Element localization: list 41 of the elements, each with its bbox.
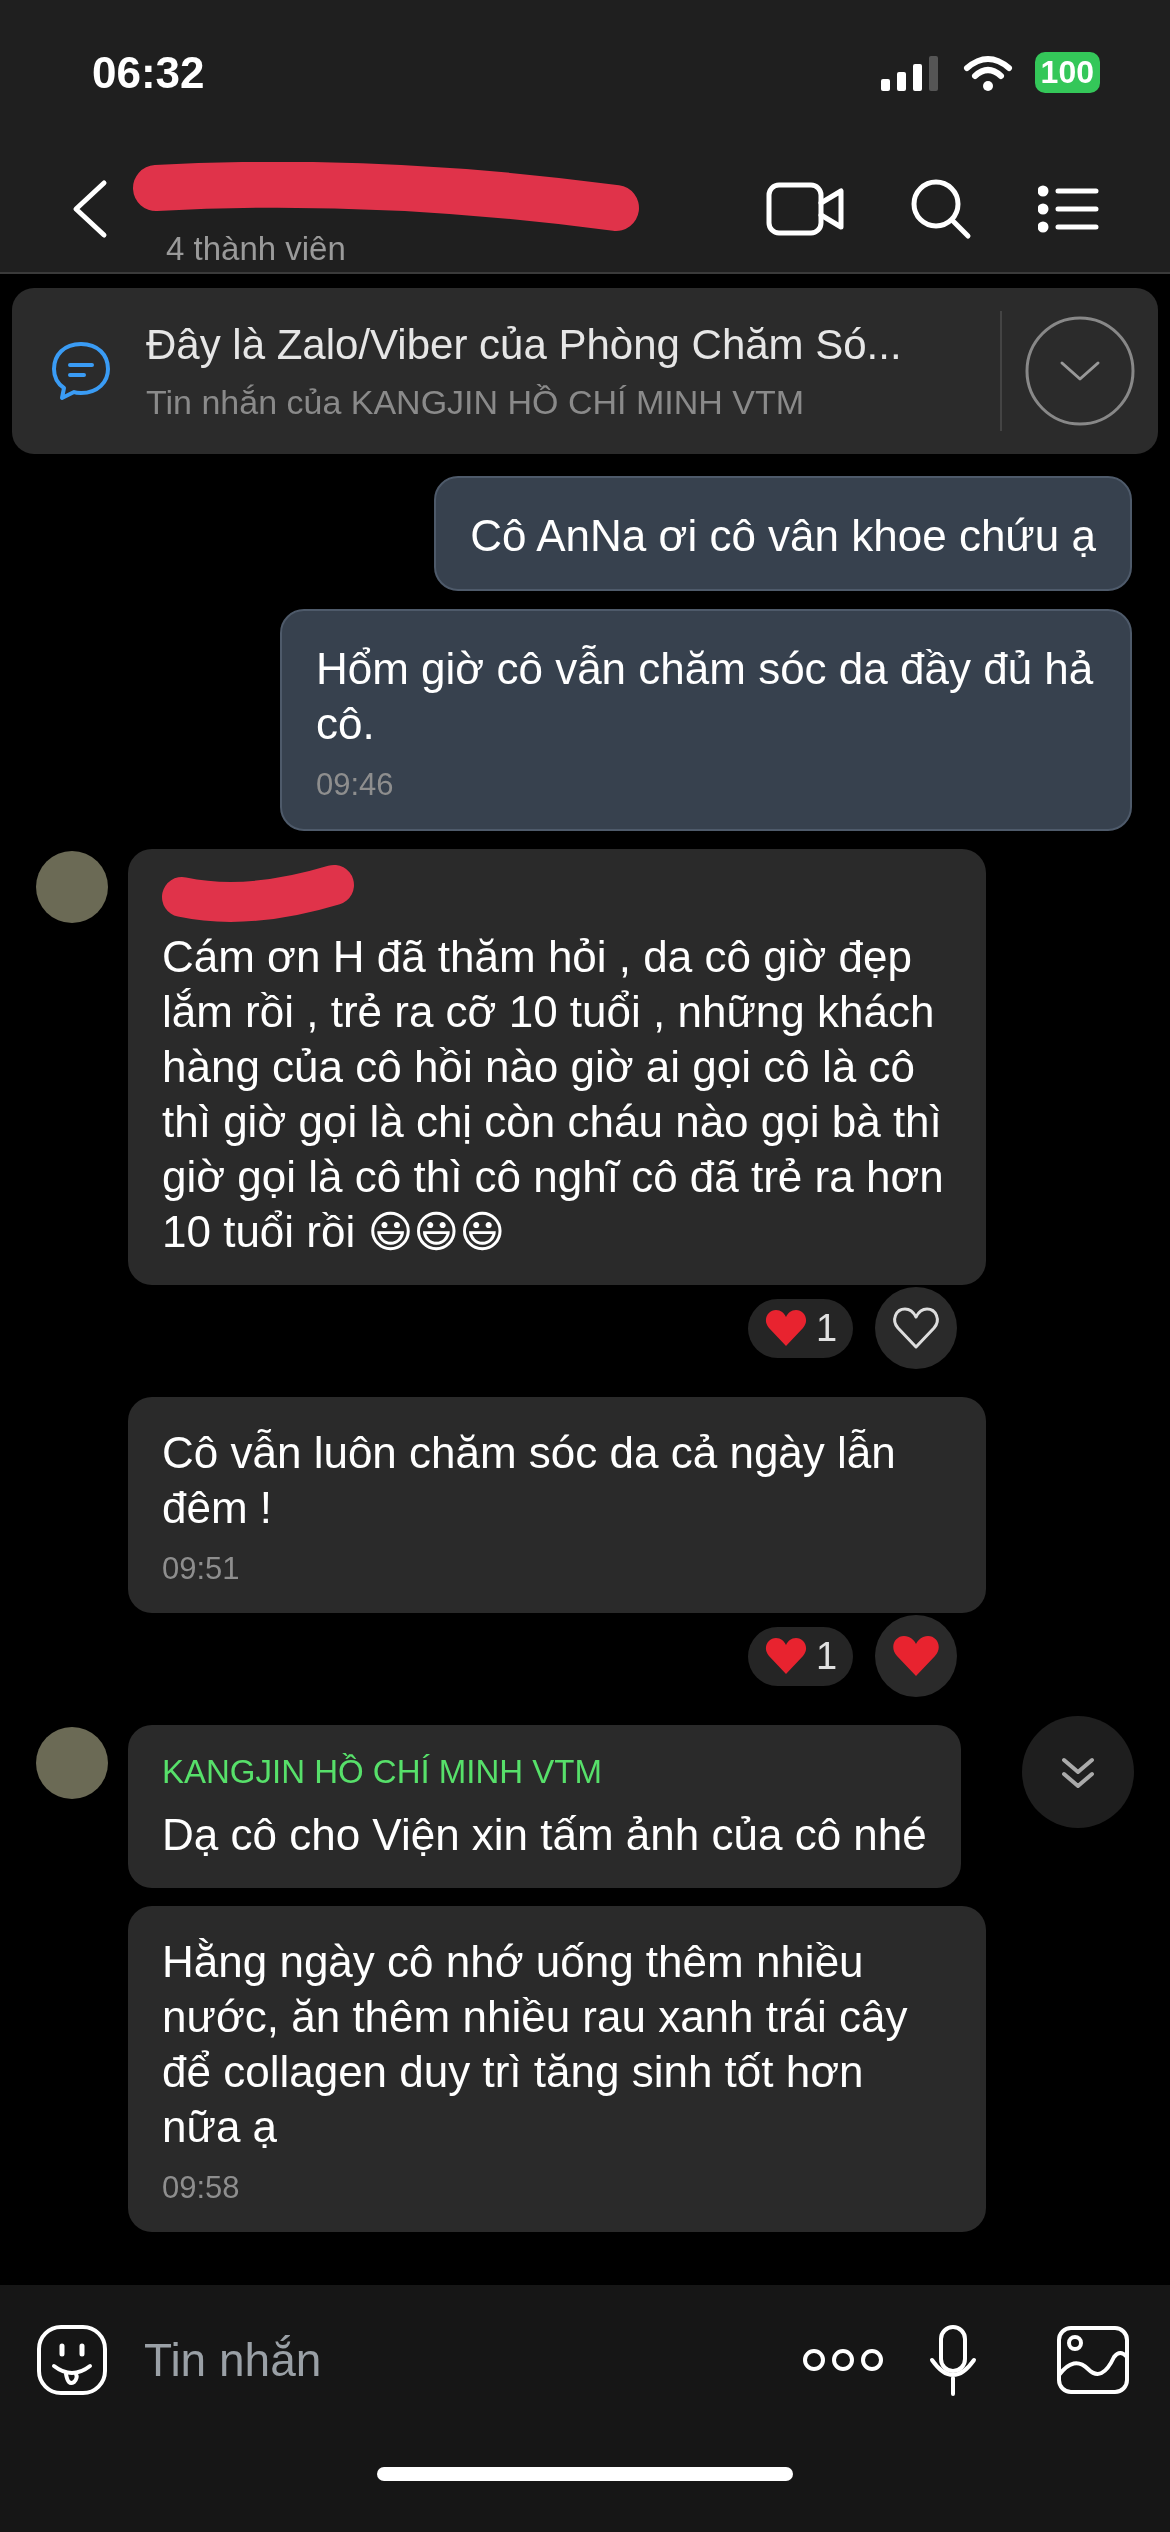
message-bubble[interactable]: Cô vẫn luôn chăm sóc da cả ngày lẫn đêm ! 09:51 xyxy=(128,1397,986,1613)
member-count: 4 thành viên xyxy=(166,229,347,268)
chat-bubble-icon xyxy=(50,340,112,402)
message-bubble[interactable]: Hổm giờ cô vẫn chăm sóc da đầy đủ hả cô. 09:46 xyxy=(280,609,1132,831)
sticker-face-icon[interactable] xyxy=(36,2324,108,2396)
expand-chevron-icon[interactable] xyxy=(1024,315,1136,427)
message-bubble[interactable]: Hằng ngày cô nhớ uống thêm nhiều nước, ăn thêm nhiều rau xanh trái cây để collagen duy trì tăng sinh tốt hơn nữa ạ 09:58 xyxy=(128,1906,986,2232)
message-bubble[interactable]: KANGJIN HỒ CHÍ MINH VTM Dạ cô cho Viện xin tấm ảnh của cô nhé xyxy=(128,1725,961,1888)
search-icon[interactable] xyxy=(910,177,972,240)
reaction-number: 1 xyxy=(816,1634,838,1678)
status-time: 06:32 xyxy=(92,47,205,98)
reaction-number: 1 xyxy=(816,1306,838,1350)
pinned-sender: Tin nhắn của KANGJIN HỒ CHÍ MINH VTM xyxy=(146,382,806,422)
message-bubble[interactable] xyxy=(128,849,986,1285)
message-input-field[interactable]: Tin nhắn xyxy=(142,2323,802,2397)
message-time: 09:58 xyxy=(162,2170,241,2206)
image-icon[interactable] xyxy=(1056,2325,1130,2395)
message-text: Hằng ngày cô nhớ uống thêm nhiều nước, ăn thêm nhiều rau xanh trái cây để collagen duy trì tăng sinh tốt hơn nữa ạ xyxy=(162,1936,909,2153)
reaction-count[interactable]: 1 xyxy=(748,1626,854,1686)
message-text: Cám ơn H đã thăm hỏi , da cô giờ đẹp lắm rồi , trẻ ra cỡ 10 tuổi , những khách hàng của cô hồi nào giờ ai gọi cô là cô thì giờ gọi là chị còn cháu nào gọi bà thì giờ gọi là cô thì cô nghĩ cô đã trẻ ra hơn 10 tuổi rồi 😃😃😃 xyxy=(162,931,945,1258)
message-time: 09:46 xyxy=(316,767,395,803)
sender-name: KANGJIN HỒ CHÍ MINH VTM xyxy=(162,1753,603,1791)
heart-icon xyxy=(764,1636,808,1676)
more-dots-icon[interactable] xyxy=(802,2347,884,2373)
wifi-icon xyxy=(962,53,1013,92)
message-text: Cô AnNa ơi cô vân khoe chứu ạ xyxy=(470,510,1096,562)
message-time: 09:51 xyxy=(162,1551,241,1587)
signal-icon xyxy=(878,54,941,91)
pinned-text: Đây là Zalo/Viber của Phòng Chăm Só... xyxy=(146,320,903,369)
heart-outline-icon xyxy=(891,1305,942,1351)
message-text: Cô vẫn luôn chăm sóc da cả ngày lẫn đêm ! xyxy=(162,1427,897,1534)
message-text: Dạ cô cho Viện xin tấm ảnh của cô nhé xyxy=(162,1809,927,1861)
menu-icon[interactable] xyxy=(1038,184,1100,233)
message-bubble[interactable]: Cô AnNa ơi cô vân khoe chứu ạ xyxy=(434,476,1132,591)
battery-level: 100 xyxy=(1034,52,1100,93)
pinned-message-bar[interactable]: Đây là Zalo/Viber của Phòng Chăm Só... Tin nhắn của KANGJIN HỒ CHÍ MINH VTM xyxy=(12,288,1158,454)
scroll-down-icon[interactable] xyxy=(1022,1716,1134,1828)
heart-icon xyxy=(764,1308,808,1348)
reaction-count[interactable]: 1 xyxy=(748,1298,854,1358)
microphone-icon[interactable] xyxy=(928,2324,978,2396)
message-text: Hổm giờ cô vẫn chăm sóc da đầy đủ hả cô. xyxy=(316,643,1095,750)
